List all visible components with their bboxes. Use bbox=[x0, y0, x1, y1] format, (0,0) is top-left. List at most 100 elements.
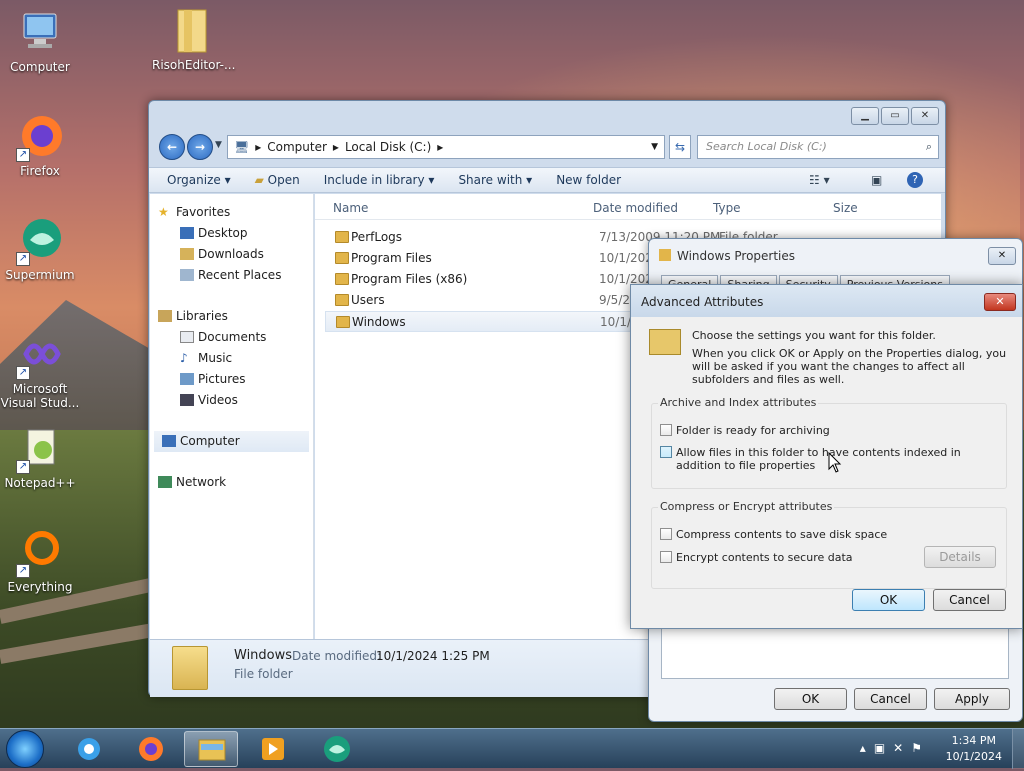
close-button[interactable]: ✕ bbox=[911, 107, 939, 125]
breadcrumb-separator: ▸ bbox=[255, 140, 262, 154]
open-button[interactable]: ▰ Open bbox=[255, 173, 300, 187]
nav-label: Computer bbox=[180, 434, 240, 448]
organize-button[interactable]: Organize ▾ bbox=[167, 173, 231, 187]
nav-videos[interactable]: Videos bbox=[150, 390, 313, 411]
action-center-flag-icon[interactable]: ⚑ bbox=[911, 741, 930, 755]
address-row: ← → ▼ 🖥 ▸ Computer ▸ Local Disk (C:) ▸ ▼… bbox=[157, 134, 939, 160]
details-type: File folder bbox=[234, 667, 293, 681]
file-name: PerfLogs bbox=[351, 230, 403, 244]
show-desktop-button[interactable] bbox=[1012, 729, 1024, 769]
network-icon[interactable]: ▣ bbox=[874, 741, 893, 755]
nav-libraries[interactable]: Libraries bbox=[150, 306, 313, 327]
nav-pictures[interactable]: Pictures bbox=[150, 369, 313, 390]
encrypt-checkbox[interactable] bbox=[660, 551, 672, 563]
column-size[interactable]: Size bbox=[833, 201, 858, 215]
desktop-icon-supermium[interactable]: ↗ Supermium bbox=[0, 216, 80, 282]
nav-network[interactable]: Network bbox=[150, 472, 313, 493]
group-label: Archive and Index attributes bbox=[658, 396, 819, 409]
attributes-icon bbox=[649, 329, 681, 355]
desktop-icon-visual-studio[interactable]: ↗ Microsoft Visual Stud... bbox=[0, 330, 80, 410]
start-button[interactable] bbox=[6, 730, 44, 768]
minimize-button[interactable]: ▁ bbox=[851, 107, 879, 125]
clock[interactable]: 1:34 PM 10/1/2024 bbox=[946, 733, 1002, 765]
preview-pane-icon[interactable]: ▣ bbox=[871, 173, 882, 187]
index-checkbox[interactable] bbox=[660, 446, 672, 458]
details-button[interactable]: Details bbox=[924, 546, 996, 568]
help-icon[interactable]: ? bbox=[907, 172, 923, 188]
nav-downloads[interactable]: Downloads bbox=[150, 244, 313, 265]
desktop-icon-everything[interactable]: ↗ Everything bbox=[0, 528, 80, 594]
breadcrumb-separator: ▸ bbox=[437, 140, 444, 154]
libraries-icon bbox=[158, 310, 172, 322]
recent-pages-dropdown-icon[interactable]: ▼ bbox=[215, 140, 222, 150]
refresh-button[interactable]: ⇆ bbox=[669, 135, 691, 159]
apply-button[interactable]: Apply bbox=[934, 688, 1010, 710]
dialog-title: Advanced Attributes bbox=[641, 295, 764, 309]
share-with-button[interactable]: Share with ▾ bbox=[458, 173, 532, 187]
search-icon: ⌕ bbox=[925, 140, 932, 153]
desktop-icon-label: Everything bbox=[7, 580, 73, 594]
column-name[interactable]: Name bbox=[333, 201, 368, 215]
star-icon: ★ bbox=[158, 205, 169, 219]
volume-muted-icon[interactable]: ✕ bbox=[893, 741, 911, 755]
desktop-icon-label: RisohEditor-... bbox=[152, 58, 236, 72]
back-button[interactable]: ← bbox=[159, 134, 185, 160]
firefox-icon bbox=[139, 737, 163, 761]
mouse-cursor-icon bbox=[828, 452, 842, 473]
taskbar-internet-explorer[interactable] bbox=[62, 731, 116, 767]
firefox-icon: ↗ bbox=[16, 112, 64, 162]
computer-icon bbox=[162, 435, 176, 447]
downloads-icon bbox=[180, 248, 194, 260]
visual-studio-icon: ↗ bbox=[16, 330, 64, 380]
pictures-icon bbox=[180, 373, 194, 385]
media-player-icon bbox=[262, 738, 284, 760]
dialog-titlebar: Advanced Attributes ✕ bbox=[631, 285, 1022, 317]
close-button[interactable]: ✕ bbox=[988, 247, 1016, 265]
intro-text: Choose the settings you want for this fo… bbox=[692, 329, 936, 342]
desktop-icon-computer[interactable]: Computer bbox=[0, 8, 80, 74]
nav-desktop[interactable]: Desktop bbox=[150, 223, 313, 244]
nav-recent-places[interactable]: Recent Places bbox=[150, 265, 313, 286]
archive-checkbox[interactable] bbox=[660, 424, 672, 436]
nav-favorites[interactable]: ★ Favorites bbox=[150, 202, 313, 223]
taskbar-explorer[interactable] bbox=[184, 731, 238, 767]
taskbar-media-player[interactable] bbox=[246, 731, 300, 767]
show-hidden-icons-icon[interactable]: ▴ bbox=[860, 741, 874, 755]
dialog-body: Choose the settings you want for this fo… bbox=[637, 317, 1017, 623]
include-label: Include in library bbox=[323, 173, 425, 187]
compress-checkbox[interactable] bbox=[660, 528, 672, 540]
ok-button[interactable]: OK bbox=[852, 589, 925, 611]
compress-label: Compress contents to save disk space bbox=[676, 528, 888, 541]
view-options-icon[interactable]: ☷ ▾ bbox=[809, 173, 830, 187]
forward-button[interactable]: → bbox=[187, 134, 213, 160]
breadcrumb-local-disk[interactable]: Local Disk (C:) bbox=[345, 140, 431, 154]
desktop-icon-label: Notepad++ bbox=[4, 476, 76, 490]
nav-computer[interactable]: Computer bbox=[154, 431, 309, 452]
network-icon bbox=[158, 476, 172, 488]
cancel-button[interactable]: Cancel bbox=[854, 688, 927, 710]
desktop-icon-firefox[interactable]: ↗ Firefox bbox=[0, 112, 80, 178]
shortcut-arrow-icon: ↗ bbox=[16, 564, 30, 578]
breadcrumb-computer[interactable]: Computer bbox=[267, 140, 327, 154]
maximize-button[interactable]: ▭ bbox=[881, 107, 909, 125]
new-folder-button[interactable]: New folder bbox=[556, 173, 621, 187]
nav-documents[interactable]: Documents bbox=[150, 327, 313, 348]
desktop-icon-risoheditor[interactable]: RisohEditor-... bbox=[152, 6, 236, 72]
column-date-modified[interactable]: Date modified bbox=[593, 201, 678, 215]
file-name: Windows bbox=[352, 315, 406, 329]
ok-button[interactable]: OK bbox=[774, 688, 847, 710]
column-type[interactable]: Type bbox=[713, 201, 741, 215]
nav-music[interactable]: ♪ Music bbox=[150, 348, 313, 369]
taskbar-supermium[interactable] bbox=[310, 731, 364, 767]
taskbar-firefox[interactable] bbox=[124, 731, 178, 767]
folder-large-icon bbox=[172, 646, 208, 690]
include-in-library-button[interactable]: Include in library ▾ bbox=[324, 173, 435, 187]
address-dropdown-icon[interactable]: ▼ bbox=[651, 142, 658, 152]
archive-label: Folder is ready for archiving bbox=[676, 424, 830, 437]
close-button[interactable]: ✕ bbox=[984, 293, 1016, 311]
cancel-button[interactable]: Cancel bbox=[933, 589, 1006, 611]
search-input[interactable]: Search Local Disk (C:) ⌕ bbox=[697, 135, 939, 159]
address-bar[interactable]: 🖥 ▸ Computer ▸ Local Disk (C:) ▸ ▼ bbox=[227, 135, 665, 159]
desktop-icon-notepadpp[interactable]: ↗ Notepad++ bbox=[0, 424, 80, 490]
